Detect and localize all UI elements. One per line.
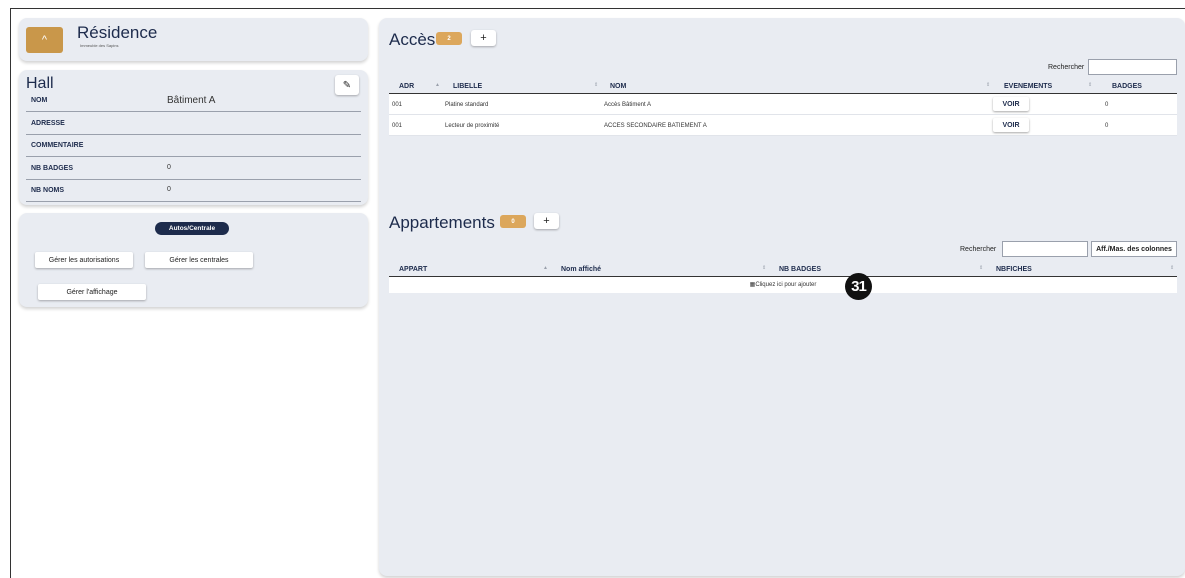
- sort-icon: ⇕: [979, 265, 984, 271]
- manage-display-button[interactable]: Gérer l'affichage: [38, 284, 146, 300]
- hall-row-value: 0: [167, 164, 171, 171]
- hall-panel: Hall ✎ NOM Bâtiment A ADRESSE COMMENTAIR…: [19, 70, 368, 205]
- voir-button[interactable]: VOIR: [993, 97, 1029, 111]
- acces-search-input[interactable]: [1088, 59, 1177, 75]
- column-header-appart[interactable]: APPART: [399, 266, 427, 273]
- sort-icon: ⇕: [1088, 82, 1093, 88]
- add-appartement-button[interactable]: +: [534, 213, 559, 229]
- hall-row-value: 0: [167, 186, 171, 193]
- hall-row-key: ADRESSE: [31, 120, 65, 127]
- residence-subtitle: Immeuble des Sapins: [80, 43, 119, 48]
- cell-badges: 0: [1105, 102, 1109, 108]
- sort-icon: ⇕: [986, 82, 991, 88]
- manage-centrals-button[interactable]: Gérer les centrales: [145, 252, 253, 268]
- column-header-nom[interactable]: NOM: [610, 83, 626, 90]
- sort-icon: ⇕: [1170, 265, 1175, 271]
- acces-title: Accès: [389, 30, 436, 49]
- empty-row-text: Cliquez ici pour ajouter: [755, 282, 817, 288]
- sort-icon: ⇕: [762, 265, 767, 271]
- table-row[interactable]: 001 Lecteur de proximité ACCES SECONDAIR…: [389, 115, 1177, 136]
- collapse-button[interactable]: ^: [26, 27, 63, 53]
- acces-count-badge: 2: [436, 32, 462, 45]
- appartements-search-label: Rechercher: [960, 246, 997, 253]
- voir-button[interactable]: VOIR: [993, 118, 1029, 132]
- column-header-evenements[interactable]: EVENEMENTS: [1004, 83, 1052, 90]
- acces-search-label: Rechercher: [1048, 64, 1085, 71]
- hall-row-key: COMMENTAIRE: [31, 142, 84, 149]
- cell-libelle: Lecteur de proximité: [445, 123, 500, 129]
- sort-icon: ⇕: [594, 82, 599, 88]
- column-header-nb-badges[interactable]: NB BADGES: [779, 266, 821, 273]
- hall-row-adresse: ADRESSE: [26, 113, 361, 135]
- hall-row-nb-badges: NB BADGES 0: [26, 158, 361, 180]
- column-header-adr[interactable]: ADR: [399, 83, 414, 90]
- sort-asc-icon: ▲: [435, 82, 440, 88]
- residence-title: Résidence: [77, 23, 158, 42]
- toggle-columns-button[interactable]: Aff./Mas. des colonnes: [1091, 241, 1177, 257]
- main-panel: Accès 2 + Rechercher ADR ▲ LIBELLE ⇕ NOM…: [379, 18, 1185, 576]
- hall-row-nb-noms: NB NOMS 0: [26, 180, 361, 202]
- autos-centrale-tag: Autos/Centrale: [155, 222, 229, 235]
- add-appartement-row[interactable]: ▦Cliquez ici pour ajouter: [389, 277, 1177, 293]
- hall-row-key: NB BADGES: [31, 165, 74, 172]
- cell-badges: 0: [1105, 123, 1109, 129]
- add-acces-button[interactable]: +: [471, 30, 496, 46]
- appartements-search-input[interactable]: [1002, 241, 1088, 257]
- cell-adr: 001: [392, 102, 403, 108]
- cell-adr: 001: [392, 123, 403, 129]
- table-row[interactable]: 001 Platine standard Accès Bâtiment A VO…: [389, 94, 1177, 115]
- step-marker: 31: [845, 273, 872, 300]
- column-header-badges[interactable]: BADGES: [1112, 83, 1142, 90]
- chevron-up-icon: ^: [41, 34, 48, 46]
- residence-header: ^ Résidence Immeuble des Sapins: [19, 18, 368, 61]
- hall-row-key: NB NOMS: [31, 187, 65, 194]
- column-header-nom-affiche[interactable]: Nom affiché: [561, 266, 601, 273]
- appartements-title: Appartements: [389, 213, 495, 232]
- column-header-nbfiches[interactable]: NBFICHES: [996, 266, 1032, 273]
- sort-asc-icon: ▲: [543, 265, 548, 271]
- cell-nom: ACCES SECONDAIRE BATIEMENT A: [604, 123, 707, 129]
- hall-row-value: Bâtiment A: [167, 95, 216, 106]
- cell-libelle: Platine standard: [445, 102, 489, 108]
- hall-row-commentaire: COMMENTAIRE: [26, 135, 361, 157]
- column-header-libelle[interactable]: LIBELLE: [453, 83, 482, 90]
- hall-row-key: NOM: [31, 97, 48, 104]
- hall-row-nom: NOM Bâtiment A: [26, 90, 361, 112]
- appartements-count-badge: 0: [500, 215, 526, 228]
- pencil-icon: ✎: [342, 79, 352, 91]
- manage-authorizations-button[interactable]: Gérer les autorisations: [35, 252, 133, 268]
- autos-panel: Autos/Centrale Gérer les autorisations G…: [19, 213, 368, 307]
- cell-nom: Accès Bâtiment A: [604, 102, 652, 108]
